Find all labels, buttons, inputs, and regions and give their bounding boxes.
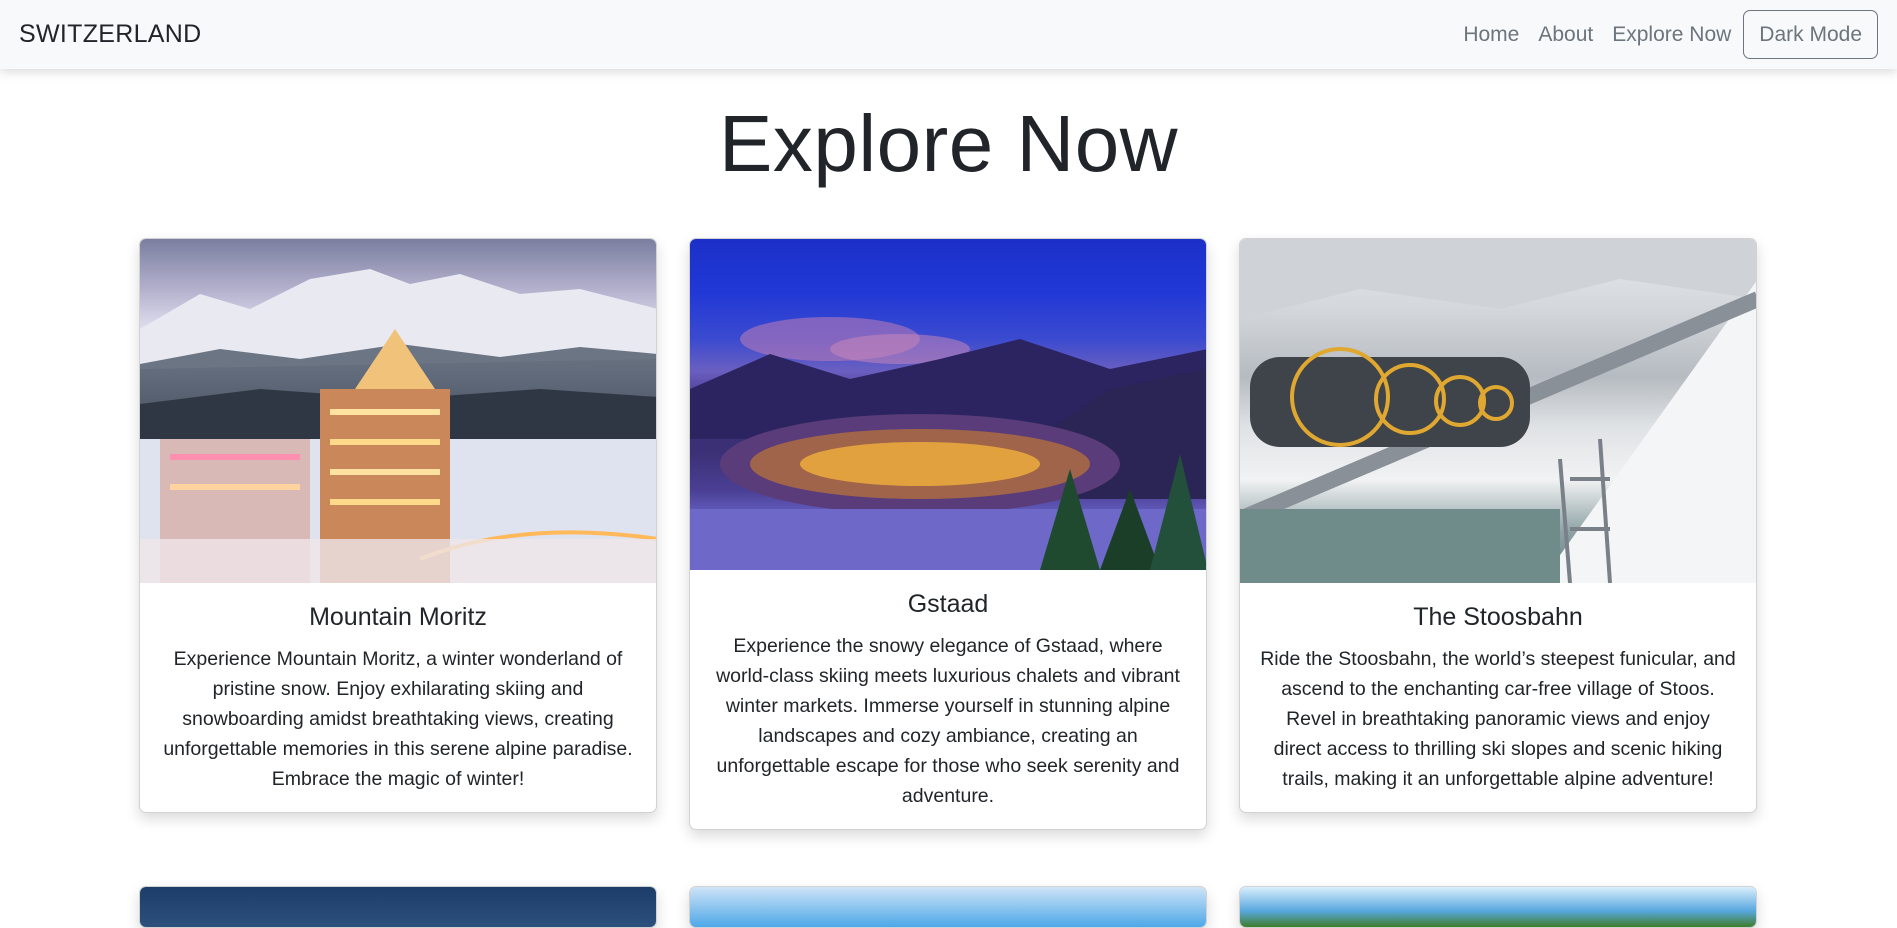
card-image-mountain-moritz [140,239,656,583]
nav-link-home[interactable]: Home [1463,23,1519,47]
nav-links: Home About Explore Now Dark Mode [1463,10,1878,59]
card-title: The Stoosbahn [1413,603,1583,631]
card-row2-2 [689,886,1207,928]
nav-link-about[interactable]: About [1538,23,1593,47]
card-row2-3 [1239,886,1757,928]
dark-mode-button[interactable]: Dark Mode [1743,10,1878,59]
card-mountain-moritz: Mountain Moritz Experience Mountain Mori… [139,238,657,813]
nav-link-explore-now[interactable]: Explore Now [1612,23,1731,47]
card-image-the-stoosbahn [1240,239,1756,583]
card-body: Mountain Moritz Experience Mountain Mori… [140,583,656,812]
page-title: Explore Now [718,99,1178,188]
card-title: Mountain Moritz [309,603,487,631]
card-body: Gstaad Experience the snowy elegance of … [690,570,1206,829]
card-the-stoosbahn: The Stoosbahn Ride the Stoosbahn, the wo… [1239,238,1757,813]
brand-logo[interactable]: SWITZERLAND [19,20,201,49]
card-text: Experience the snowy elegance of Gstaad,… [716,635,1180,807]
card-text: Ride the Stoosbahn, the world’s steepest… [1260,648,1736,790]
card-image [1240,887,1756,927]
card-title: Gstaad [907,590,989,618]
card-gstaad: Gstaad Experience the snowy elegance of … [689,238,1207,830]
navbar: SWITZERLAND Home About Explore Now Dark … [0,0,1897,69]
card-image [140,887,656,927]
card-row2-1 [139,886,657,928]
card-text: Experience Mountain Moritz, a winter won… [163,648,633,790]
card-image-gstaad [690,239,1206,570]
card-image [690,887,1206,927]
card-body: The Stoosbahn Ride the Stoosbahn, the wo… [1240,583,1756,812]
